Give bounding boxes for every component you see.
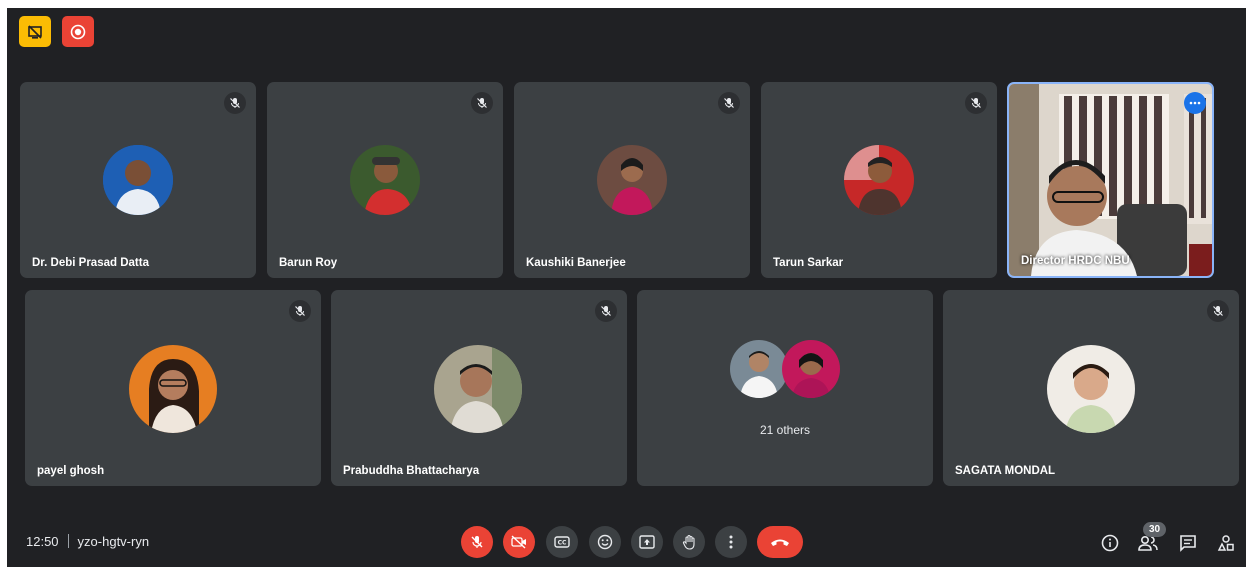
participant-tile[interactable]: payel ghosh (25, 290, 321, 486)
activities-icon[interactable] (1215, 532, 1237, 554)
mic-off-icon (471, 92, 493, 114)
meeting-info: 12:50 yzo-hgtv-ryn (26, 534, 149, 549)
mic-off-icon (965, 92, 987, 114)
participant-name: Dr. Debi Prasad Datta (32, 257, 149, 269)
more-options-button[interactable] (715, 526, 747, 558)
participant-tile[interactable]: Kaushiki Banerjee (514, 82, 750, 278)
mic-off-icon (289, 300, 311, 322)
emoji-button[interactable] (589, 526, 621, 558)
participant-name: Tarun Sarkar (773, 257, 844, 269)
leave-call-button[interactable] (757, 526, 803, 558)
captions-button[interactable]: CC (546, 526, 578, 558)
avatar (103, 145, 173, 215)
participant-name: Barun Roy (279, 257, 338, 269)
people-count-badge: 30 (1143, 522, 1167, 537)
participant-name: Kaushiki Banerjee (526, 257, 626, 269)
divider (67, 534, 69, 548)
mic-off-icon (718, 92, 740, 114)
avatar (782, 340, 840, 398)
video-feed (1009, 84, 1212, 276)
chat-icon[interactable] (1177, 532, 1199, 554)
participant-name: SAGATA MONDAL (955, 465, 1056, 477)
camera-toggle-button[interactable] (503, 526, 535, 558)
participant-video-tile[interactable]: Director HRDC NBU (1007, 82, 1214, 278)
meeting-code: yzo-hgtv-ryn (77, 534, 150, 549)
participant-name: Prabuddha Bhattacharya (343, 465, 480, 477)
participant-tile[interactable]: Barun Roy (267, 82, 503, 278)
mic-off-icon (595, 300, 617, 322)
meeting-time: 12:50 (26, 534, 59, 549)
participant-tile[interactable]: Dr. Debi Prasad Datta (20, 82, 256, 278)
mic-off-icon (1207, 300, 1229, 322)
avatar (129, 345, 217, 433)
info-icon[interactable] (1099, 532, 1121, 554)
others-tile[interactable]: 21 others (637, 290, 933, 486)
bottom-controls-bar: 12:50 yzo-hgtv-ryn CC 30 (7, 518, 1246, 567)
participant-tile[interactable]: SAGATA MONDAL (943, 290, 1239, 486)
mic-toggle-button[interactable] (461, 526, 493, 558)
top-indicators (19, 16, 94, 47)
present-screen-button[interactable] (631, 526, 663, 558)
mic-off-icon (224, 92, 246, 114)
avatar (350, 145, 420, 215)
participant-tile[interactable]: Tarun Sarkar (761, 82, 997, 278)
avatar (1047, 345, 1135, 433)
record-icon[interactable] (62, 16, 94, 47)
participant-tile[interactable]: Prabuddha Bhattacharya (331, 290, 627, 486)
meet-window: Dr. Debi Prasad Datta Barun Roy Kaushiki… (7, 8, 1246, 567)
screen-share-off-icon[interactable] (19, 16, 51, 47)
avatar (434, 345, 522, 433)
participant-name: Director HRDC NBU (1021, 255, 1130, 267)
more-options-button[interactable] (1184, 92, 1206, 114)
participant-name: payel ghosh (37, 465, 105, 477)
others-count: 21 others (759, 423, 811, 437)
people-icon[interactable]: 30 (1137, 522, 1167, 554)
svg-text:CC: CC (558, 540, 567, 547)
avatar (597, 145, 667, 215)
avatar (844, 145, 914, 215)
avatar (730, 340, 788, 398)
raise-hand-button[interactable] (673, 526, 705, 558)
